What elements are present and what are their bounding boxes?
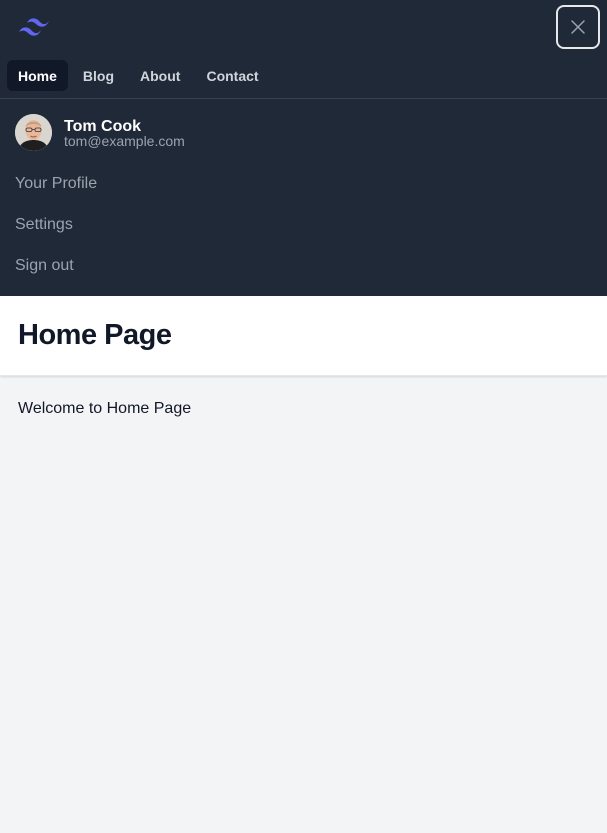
page-header: Home Page bbox=[0, 296, 607, 376]
navbar-top bbox=[0, 0, 607, 57]
avatar bbox=[15, 114, 52, 151]
user-menu: Your Profile Settings Sign out bbox=[0, 163, 607, 296]
navbar: Home Blog About Contact Tom Cook tom@exa… bbox=[0, 0, 607, 296]
nav-link-contact[interactable]: Contact bbox=[195, 60, 269, 91]
nav-link-blog[interactable]: Blog bbox=[72, 60, 125, 91]
close-menu-button[interactable] bbox=[556, 5, 600, 49]
close-icon bbox=[571, 20, 585, 34]
nav-links: Home Blog About Contact bbox=[0, 57, 607, 98]
user-avatar-icon bbox=[15, 114, 52, 151]
page-title: Home Page bbox=[18, 319, 172, 351]
menu-item-settings[interactable]: Settings bbox=[0, 204, 607, 245]
main-content: Welcome to Home Page bbox=[0, 376, 607, 442]
menu-item-your-profile[interactable]: Your Profile bbox=[0, 163, 607, 204]
nav-link-home[interactable]: Home bbox=[7, 60, 68, 91]
user-email: tom@example.com bbox=[64, 133, 185, 149]
menu-item-sign-out[interactable]: Sign out bbox=[0, 245, 607, 286]
tailwind-logo-icon[interactable] bbox=[18, 16, 50, 38]
user-info: Tom Cook tom@example.com bbox=[0, 99, 607, 163]
nav-link-about[interactable]: About bbox=[129, 60, 191, 91]
welcome-text: Welcome to Home Page bbox=[18, 400, 192, 417]
